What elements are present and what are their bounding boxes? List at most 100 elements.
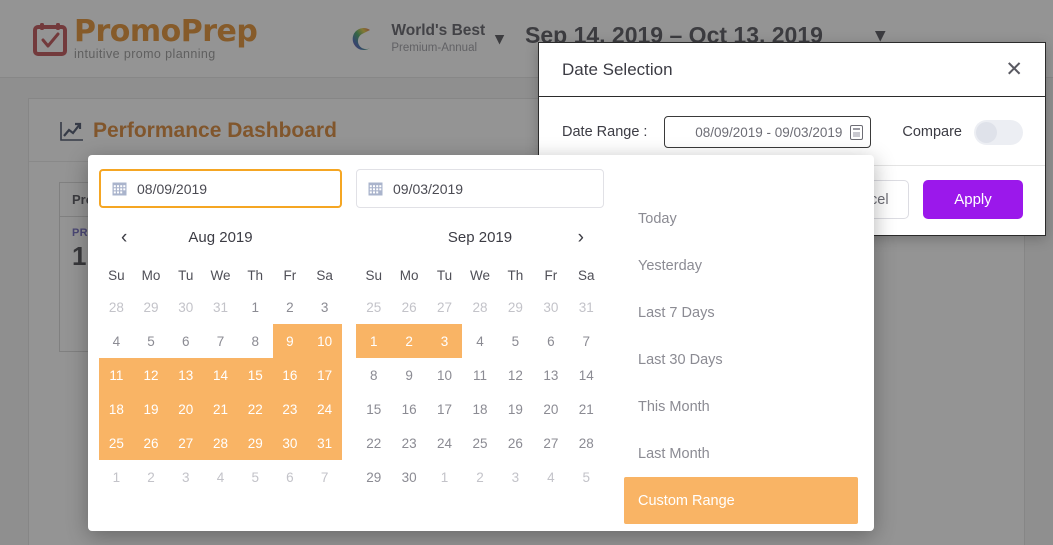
preset-range-item[interactable]: This Month <box>624 383 858 430</box>
calendar-day-cell[interactable]: 30 <box>168 290 203 324</box>
close-icon[interactable]: ✕ <box>1005 59 1023 80</box>
calendar-day-cell[interactable]: 6 <box>168 324 203 358</box>
calendar-day-cell[interactable]: 31 <box>307 426 342 460</box>
calendar-day-cell[interactable]: 26 <box>133 426 169 460</box>
calendar-day-cell[interactable]: 9 <box>272 324 308 358</box>
calendar-day-cell[interactable]: 18 <box>462 392 497 426</box>
calendar-day-cell[interactable]: 12 <box>133 358 169 392</box>
calendar-day-cell[interactable]: 3 <box>498 460 533 494</box>
date-range-input[interactable]: 08/09/2019 - 09/03/2019 <box>664 116 872 148</box>
calendar-day-cell[interactable]: 24 <box>427 426 462 460</box>
calendar-day-cell[interactable]: 10 <box>307 324 342 358</box>
calendar-day-cell[interactable]: 5 <box>498 324 533 358</box>
calendar-day-cell[interactable]: 2 <box>273 290 308 324</box>
apply-button[interactable]: Apply <box>923 180 1023 219</box>
calendar-day-cell[interactable]: 31 <box>203 290 238 324</box>
calendar-day-cell[interactable]: 9 <box>391 358 426 392</box>
calendar-day-cell[interactable]: 4 <box>203 460 238 494</box>
calendar-day-cell[interactable]: 19 <box>498 392 533 426</box>
calendar-day-cell[interactable]: 11 <box>99 358 134 392</box>
calendar-day-cell[interactable]: 31 <box>569 290 604 324</box>
calendar-day-cell[interactable]: 3 <box>307 290 342 324</box>
calendar-day-cell[interactable]: 8 <box>356 358 391 392</box>
calendar-day-cell[interactable]: 4 <box>462 324 497 358</box>
calendar-day-cell[interactable]: 14 <box>569 358 604 392</box>
preset-range-item[interactable]: Today <box>624 195 858 242</box>
calendar-day-cell[interactable]: 11 <box>462 358 497 392</box>
calendar-day-cell[interactable]: 21 <box>203 392 238 426</box>
calendar-day-cell[interactable]: 4 <box>99 324 134 358</box>
calendar-day-cell[interactable]: 21 <box>569 392 604 426</box>
calendar-day-cell[interactable]: 15 <box>356 392 391 426</box>
calendar-day-cell[interactable]: 25 <box>462 426 497 460</box>
calendar-day-cell[interactable]: 2 <box>134 460 169 494</box>
calendar-day-cell[interactable]: 29 <box>356 460 391 494</box>
calendar-day-cell[interactable]: 1 <box>99 460 134 494</box>
calendar-day-cell[interactable]: 27 <box>533 426 568 460</box>
calendar-day-cell[interactable]: 1 <box>427 460 462 494</box>
calendar-day-cell[interactable]: 27 <box>427 290 462 324</box>
calendar-day-cell[interactable]: 3 <box>426 324 463 358</box>
calendar-day-cell[interactable]: 14 <box>203 358 238 392</box>
calendar-day-cell[interactable]: 7 <box>307 460 342 494</box>
calendar-day-cell[interactable]: 18 <box>99 392 134 426</box>
calendar-day-cell[interactable]: 10 <box>427 358 462 392</box>
chevron-left-icon[interactable]: ‹ <box>121 228 127 247</box>
calendar-day-cell[interactable]: 5 <box>569 460 604 494</box>
compare-toggle[interactable] <box>974 119 1023 145</box>
start-date-input[interactable]: 08/09/2019 <box>99 169 342 208</box>
calendar-day-cell[interactable]: 8 <box>238 324 273 358</box>
calendar-day-cell[interactable]: 25 <box>356 290 391 324</box>
calendar-day-cell[interactable]: 15 <box>237 358 273 392</box>
calendar-day-cell[interactable]: 7 <box>203 324 238 358</box>
calendar-day-cell[interactable]: 29 <box>498 290 533 324</box>
calendar-day-cell[interactable]: 25 <box>99 426 134 460</box>
calendar-day-cell[interactable]: 16 <box>391 392 426 426</box>
calendar-day-cell[interactable]: 22 <box>237 392 273 426</box>
calendar-day-cell[interactable]: 17 <box>427 392 462 426</box>
calendar-day-cell[interactable]: 12 <box>498 358 533 392</box>
calendar-day-cell[interactable]: 6 <box>533 324 568 358</box>
calendar-day-cell[interactable]: 2 <box>391 324 427 358</box>
calendar-day-cell[interactable]: 28 <box>203 426 238 460</box>
calendar-day-cell[interactable]: 28 <box>569 426 604 460</box>
preset-range-item[interactable]: Last Month <box>624 430 858 477</box>
calendar-day-cell[interactable]: 17 <box>307 358 342 392</box>
calendar-day-cell[interactable]: 1 <box>356 324 392 358</box>
start-date-value: 08/09/2019 <box>137 180 208 197</box>
calendar-day-cell[interactable]: 7 <box>569 324 604 358</box>
calendar-day-cell[interactable]: 30 <box>272 426 308 460</box>
preset-range-item[interactable]: Last 7 Days <box>624 289 858 336</box>
calendar-day-cell[interactable]: 5 <box>238 460 273 494</box>
calendar-day-cell[interactable]: 13 <box>533 358 568 392</box>
calendar-day-cell[interactable]: 4 <box>533 460 568 494</box>
calendar-day-cell[interactable]: 23 <box>272 392 308 426</box>
calendar-day-cell[interactable]: 26 <box>498 426 533 460</box>
calendar-day-cell[interactable]: 24 <box>307 392 342 426</box>
calendar-day-cell[interactable]: 22 <box>356 426 391 460</box>
calendar-day-cell[interactable]: 29 <box>134 290 169 324</box>
calendar-day-cell[interactable]: 13 <box>168 358 204 392</box>
calendar-day-cell[interactable]: 6 <box>273 460 308 494</box>
calendar-day-cell[interactable]: 20 <box>168 392 204 426</box>
calendar-day-cell[interactable]: 30 <box>533 290 568 324</box>
calendar-day-cell[interactable]: 2 <box>462 460 497 494</box>
calendar-day-cell[interactable]: 28 <box>99 290 134 324</box>
calendar-day-cell[interactable]: 16 <box>272 358 308 392</box>
calendar-day-cell[interactable]: 20 <box>533 392 568 426</box>
calendar-day-cell[interactable]: 5 <box>134 324 169 358</box>
end-date-input[interactable]: 09/03/2019 <box>356 169 604 208</box>
calendar-day-cell[interactable]: 1 <box>238 290 273 324</box>
preset-range-item[interactable]: Yesterday <box>624 242 858 289</box>
calendar-day-cell[interactable]: 28 <box>462 290 497 324</box>
calendar-day-cell[interactable]: 3 <box>168 460 203 494</box>
chevron-right-icon[interactable]: › <box>578 228 584 247</box>
calendar-day-cell[interactable]: 26 <box>391 290 426 324</box>
calendar-day-cell[interactable]: 27 <box>168 426 204 460</box>
preset-range-item[interactable]: Last 30 Days <box>624 336 858 383</box>
calendar-day-cell[interactable]: 30 <box>391 460 426 494</box>
calendar-day-cell[interactable]: 19 <box>133 392 169 426</box>
calendar-day-cell[interactable]: 29 <box>237 426 273 460</box>
preset-range-item[interactable]: Custom Range <box>624 477 858 524</box>
calendar-day-cell[interactable]: 23 <box>391 426 426 460</box>
